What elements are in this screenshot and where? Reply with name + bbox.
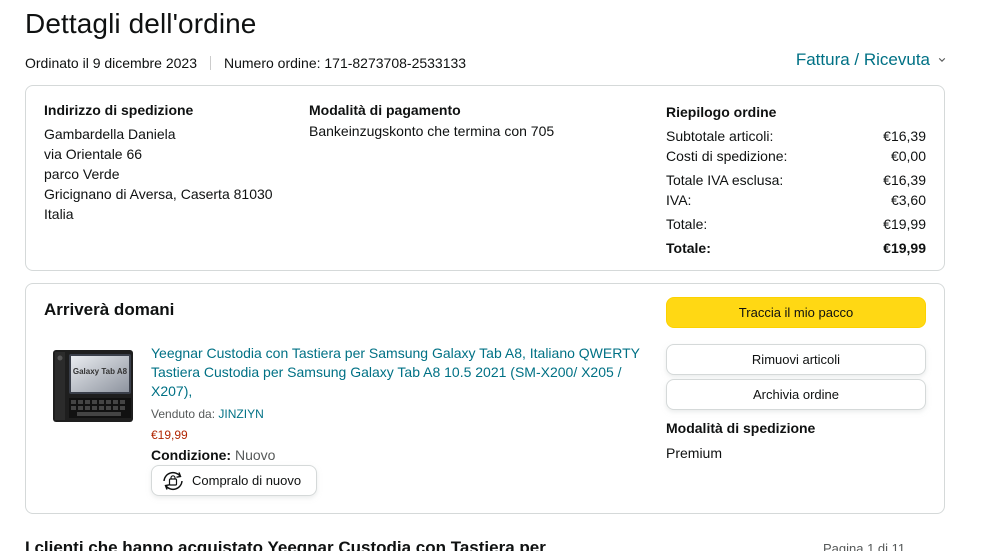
order-summary-heading: Riepilogo ordine	[666, 104, 777, 120]
buy-again-button[interactable]: Compralo di nuovo	[151, 465, 317, 496]
order-info-box: Indirizzo di spedizione Gambardella Dani…	[25, 85, 945, 271]
product-condition: Condizione: Nuovo	[151, 447, 275, 463]
carousel-page-count: Pagina 1 di 11	[823, 541, 906, 551]
delivery-status: Arriverà domani	[44, 300, 175, 319]
recommendations-title: I clienti che hanno acquistato Yeegnar C…	[25, 538, 546, 551]
order-meta: Ordinato il 9 dicembre 2023 Numero ordin…	[25, 55, 466, 71]
chevron-down-icon	[938, 58, 946, 62]
order-details-page: Dettagli dell'ordine Ordinato il 9 dicem…	[0, 0, 1002, 551]
order-summary: Riepilogo ordine Subtotale articoli: €16,…	[666, 102, 926, 258]
remove-items-button[interactable]: Rimuovi articoli	[666, 344, 926, 375]
thumbnail-text: Galaxy Tab A8	[73, 367, 128, 376]
address-line: via Orientale 66	[44, 146, 143, 162]
page-title: Dettagli dell'ordine	[25, 8, 257, 39]
address-line: Gricignano di Aversa, Caserta 81030	[44, 186, 273, 202]
condition-value: Nuovo	[235, 447, 276, 463]
address-line: Gambardella Daniela	[44, 126, 176, 142]
seller-link[interactable]: JINZIYN	[218, 407, 263, 421]
shipping-address-heading: Indirizzo di spedizione	[44, 102, 194, 118]
meta-divider	[210, 56, 211, 70]
invoice-link-label: Fattura / Ricevuta	[795, 50, 930, 69]
summary-row: Costi di spedizione: €0,00	[666, 148, 926, 164]
address-line: parco Verde	[44, 166, 120, 182]
order-number: Numero ordine: 171-8273708-2533133	[224, 55, 467, 71]
order-date: Ordinato il 9 dicembre 2023	[25, 55, 197, 71]
buy-again-icon	[163, 471, 183, 490]
buy-again-label: Compralo di nuovo	[192, 473, 302, 488]
condition-label: Condizione:	[151, 447, 232, 463]
summary-row: Totale: €19,99	[666, 216, 926, 232]
product-title-link[interactable]: Yeegnar Custodia con Tastiera per Samsun…	[151, 344, 646, 401]
summary-total-row: Totale: €19,99	[666, 240, 926, 256]
summary-row: IVA: €3,60	[666, 192, 926, 208]
shipping-address: Gambardella Daniela via Orientale 66 par…	[44, 124, 273, 224]
track-package-button[interactable]: Traccia il mio pacco	[666, 297, 926, 328]
payment-method: Bankeinzugskonto che termina con 705	[309, 123, 555, 139]
address-line: Italia	[44, 206, 74, 222]
archive-order-button[interactable]: Archivia ordine	[666, 379, 926, 410]
shipping-method-heading: Modalità di spedizione	[666, 420, 816, 436]
product-price: €19,99	[151, 428, 188, 442]
invoice-dropdown-link[interactable]: Fattura / Ricevuta	[796, 50, 946, 70]
summary-row: Totale IVA esclusa: €16,39	[666, 172, 926, 188]
payment-method-heading: Modalità di pagamento	[309, 102, 461, 118]
sold-by-label: Venduto da:	[151, 407, 216, 421]
sold-by: Venduto da: JINZIYN	[151, 407, 264, 421]
summary-row: Subtotale articoli: €16,39	[666, 128, 926, 144]
product-thumbnail[interactable]: Galaxy Tab A8	[51, 346, 137, 424]
shipping-method: Premium	[666, 445, 723, 461]
shipment-box: Arriverà domani Galaxy Tab A8 Yeegnar Cu…	[25, 283, 945, 514]
